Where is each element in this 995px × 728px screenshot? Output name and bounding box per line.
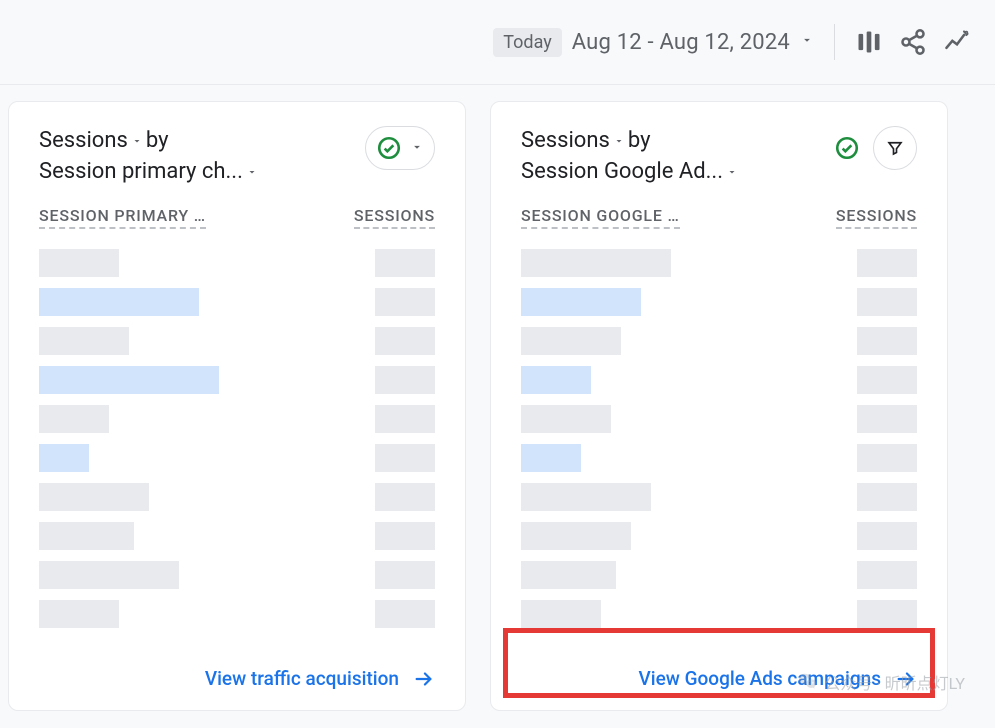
card-footer: View traffic acquisition [39,651,435,690]
card-controls [365,126,435,170]
data-table-blurred [521,241,917,651]
view-google-ads-campaigns-link[interactable]: View Google Ads campaigns [638,667,917,690]
top-toolbar: Today Aug 12 - Aug 12, 2024 [0,0,995,85]
caret-down-icon [725,165,739,179]
compare-icon[interactable] [855,28,883,56]
date-range-picker[interactable]: Today Aug 12 - Aug 12, 2024 [493,28,814,57]
metric-name[interactable]: Sessions [39,126,128,157]
footer-link-text: View traffic acquisition [205,667,399,690]
column-header-dimension[interactable]: SESSION PRIMARY … [39,206,206,229]
date-range-text: Aug 12 - Aug 12, 2024 [572,30,790,55]
card-title: Sessions by Session primary ch... [39,126,365,188]
cards-container: Sessions by Session primary ch... [0,85,995,727]
sessions-google-ads-card: Sessions by Session Google Ad... [490,101,948,711]
column-header-dimension[interactable]: SESSION GOOGLE … [521,206,680,229]
dimension-name[interactable]: Session Google Ad... [521,157,723,188]
caret-down-icon [800,33,814,51]
filter-icon [886,139,904,157]
filter-button[interactable] [873,126,917,170]
check-circle-icon [376,135,402,161]
data-table-blurred [39,241,435,651]
sessions-primary-channel-card: Sessions by Session primary ch... [8,101,466,711]
today-label: Today [493,28,561,57]
divider [834,24,835,60]
arrow-right-icon [895,668,917,690]
insights-icon[interactable] [943,28,971,56]
by-label: by [146,126,169,157]
metric-name[interactable]: Sessions [521,126,610,157]
footer-link-text: View Google Ads campaigns [638,667,881,690]
caret-down-icon [410,139,424,158]
card-title: Sessions by Session Google Ad... [521,126,829,188]
dimension-name[interactable]: Session primary ch... [39,157,243,188]
column-headers: SESSION GOOGLE … SESSIONS [521,206,917,229]
column-header-metric[interactable]: SESSIONS [354,206,435,229]
column-headers: SESSION PRIMARY … SESSIONS [39,206,435,229]
card-header: Sessions by Session Google Ad... [521,126,917,188]
card-footer: View Google Ads campaigns [521,651,917,690]
view-traffic-acquisition-link[interactable]: View traffic acquisition [205,667,435,690]
by-label: by [628,126,651,157]
check-circle-icon[interactable] [829,130,865,166]
caret-down-icon [130,134,144,148]
status-dropdown[interactable] [365,126,435,170]
card-header: Sessions by Session primary ch... [39,126,435,188]
caret-down-icon [612,134,626,148]
arrow-right-icon [413,668,435,690]
column-header-metric[interactable]: SESSIONS [836,206,917,229]
share-icon[interactable] [899,28,927,56]
caret-down-icon [245,165,259,179]
card-controls [829,126,917,170]
